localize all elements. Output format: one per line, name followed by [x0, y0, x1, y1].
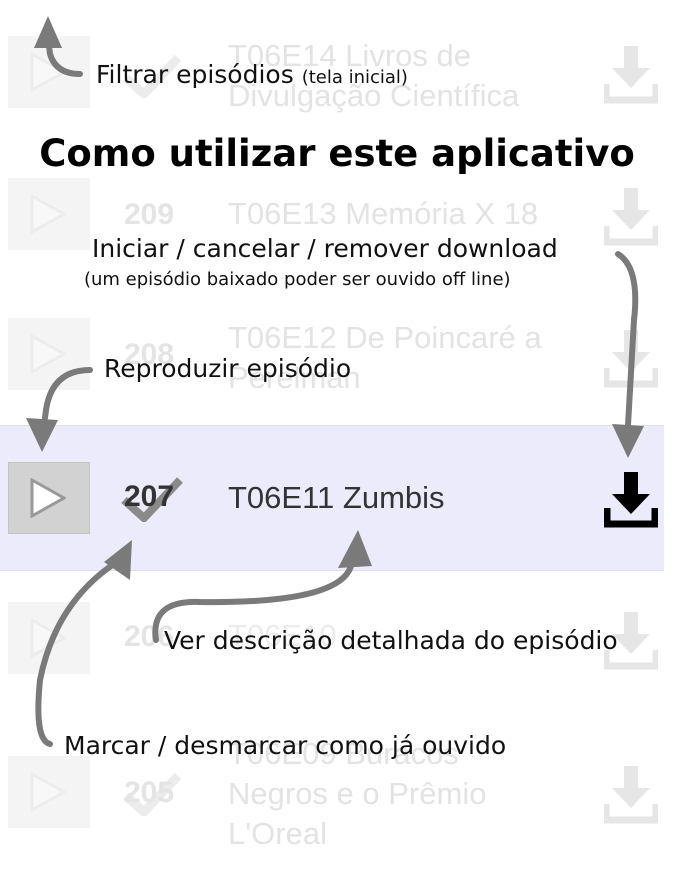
- arrow-icon: [41, 367, 93, 428]
- arrow-icon: [26, 418, 58, 452]
- arrow-icon: [152, 557, 355, 643]
- arrow-icon: [34, 16, 62, 48]
- arrow-icon: [338, 530, 372, 568]
- arrow-icon: [612, 424, 644, 458]
- arrow-icon: [104, 540, 132, 580]
- arrow-icon: [35, 557, 123, 747]
- arrows-layer: [26, 16, 644, 747]
- arrow-icon: [615, 251, 639, 428]
